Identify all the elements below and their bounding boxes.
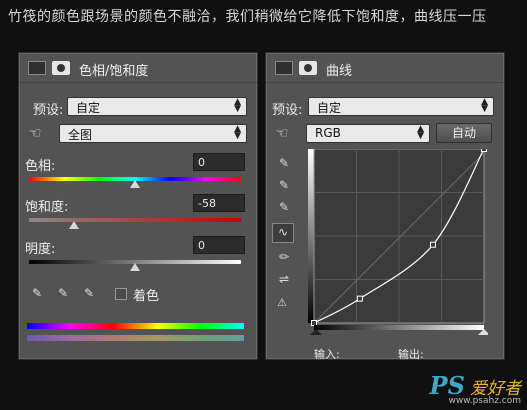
eyedropper-icon[interactable]: ✎ bbox=[29, 285, 45, 301]
eyedropper-white-icon[interactable]: ✎ bbox=[276, 199, 292, 215]
updown-arrow-icon: ▲ ▼ bbox=[234, 124, 241, 141]
saturation-slider-thumb[interactable] bbox=[69, 221, 79, 229]
lightness-label: 明度: bbox=[25, 242, 56, 257]
panel-header: 色相/饱和度 bbox=[19, 53, 257, 83]
panel-title: 曲线 bbox=[326, 64, 353, 79]
lightness-value[interactable]: 0 bbox=[193, 236, 245, 254]
auto-button[interactable]: 自动 bbox=[436, 123, 492, 143]
output-color-bar bbox=[27, 335, 244, 341]
updown-arrow-icon: ▲ ▼ bbox=[417, 124, 424, 141]
output-gradient bbox=[308, 149, 314, 323]
saturation-slider-track[interactable] bbox=[29, 218, 241, 222]
preset-value: 自定 bbox=[317, 101, 342, 115]
channel-select[interactable]: 全图 ▲ ▼ bbox=[59, 124, 247, 143]
mask-icon[interactable] bbox=[299, 61, 317, 75]
input-gradient bbox=[314, 325, 484, 330]
clipping-warning-icon[interactable]: ⚠ bbox=[274, 295, 290, 311]
eyedropper-gray-icon[interactable]: ✎ bbox=[276, 177, 292, 193]
panel-title: 色相/饱和度 bbox=[79, 64, 149, 79]
watermark-logo: PS 爱好者 www.psahz.com bbox=[430, 371, 521, 406]
updown-arrow-icon: ▲ ▼ bbox=[481, 97, 488, 114]
curves-graph[interactable] bbox=[308, 149, 488, 335]
hand-target-icon[interactable]: ☜ bbox=[27, 125, 43, 141]
channel-value: 全图 bbox=[68, 128, 93, 142]
hue-value[interactable]: 0 bbox=[193, 153, 245, 171]
saturation-value[interactable]: -58 bbox=[193, 194, 245, 212]
hue-slider-thumb[interactable] bbox=[130, 180, 140, 188]
lightness-slider-thumb[interactable] bbox=[130, 263, 140, 271]
panel-header: 曲线 bbox=[266, 53, 504, 83]
hue-saturation-panel: 色相/饱和度 预设: 自定 ▲ ▼ ☜ 全图 ▲ ▼ 色相: 0 饱和度: -58 … bbox=[18, 52, 258, 360]
preset-select[interactable]: 自定 ▲ ▼ bbox=[67, 97, 247, 116]
curve-point-tool-icon[interactable]: ∿ bbox=[272, 223, 294, 243]
preset-label: 预设: bbox=[272, 103, 303, 118]
hand-target-icon[interactable]: ☜ bbox=[274, 125, 290, 141]
input-label: 输入: bbox=[314, 348, 340, 361]
colorize-label: 着色 bbox=[133, 289, 160, 304]
curve-control-point[interactable] bbox=[311, 320, 317, 326]
mask-icon[interactable] bbox=[52, 61, 70, 75]
curve-control-point[interactable] bbox=[356, 295, 363, 302]
pencil-icon[interactable]: ✏ bbox=[276, 249, 292, 265]
channel-select[interactable]: RGB ▲ ▼ bbox=[306, 124, 430, 143]
eyedropper-black-icon[interactable]: ✎ bbox=[276, 155, 292, 171]
updown-arrow-icon: ▲ ▼ bbox=[234, 97, 241, 114]
preset-label: 预设: bbox=[33, 103, 64, 118]
eyedropper-minus-icon[interactable]: ✎ bbox=[81, 285, 97, 301]
caption-text: 竹筏的颜色跟场景的颜色不融洽，我们稍微给它降低下饱和度，曲线压一压 bbox=[8, 9, 487, 25]
preset-value: 自定 bbox=[76, 101, 101, 115]
output-label: 输出: bbox=[398, 348, 424, 361]
adjustment-layer-icon[interactable] bbox=[28, 61, 46, 75]
channel-value: RGB bbox=[315, 126, 341, 140]
curves-adjustment-icon[interactable] bbox=[275, 61, 293, 75]
curve-control-point[interactable] bbox=[430, 241, 436, 248]
saturation-label: 饱和度: bbox=[25, 200, 69, 215]
curves-panel: 曲线 预设: 自定 ▲▼ ☜ RGB ▲▼ 自动 ✎ ✎ ✎ ∿ ✏ ⇌ ⚠ bbox=[265, 52, 505, 361]
curve-control-point[interactable] bbox=[481, 149, 487, 152]
eyedropper-plus-icon[interactable]: ✎ bbox=[55, 285, 71, 301]
smooth-icon[interactable]: ⇌ bbox=[276, 271, 292, 287]
input-color-bar bbox=[27, 323, 244, 329]
hue-label: 色相: bbox=[25, 159, 56, 174]
preset-select[interactable]: 自定 ▲ ▼ bbox=[308, 97, 494, 116]
colorize-checkbox[interactable] bbox=[115, 288, 127, 300]
